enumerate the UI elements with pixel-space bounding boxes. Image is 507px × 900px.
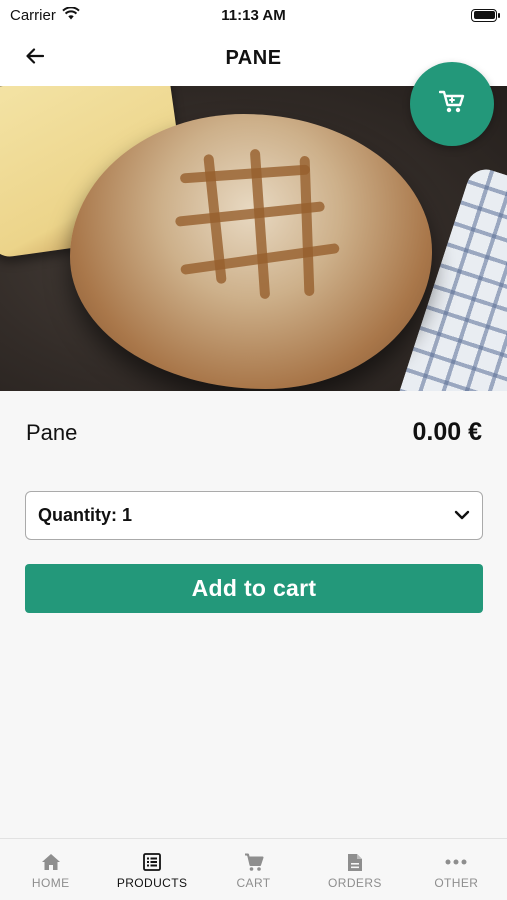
product-header: Pane 0.00 €: [26, 418, 482, 447]
status-bar: Carrier 11:13 AM: [0, 0, 507, 30]
arrow-left-icon: [26, 47, 45, 69]
wifi-icon: [62, 5, 80, 24]
bread-loaf-image-part: [70, 114, 432, 389]
tab-products[interactable]: PRODUCTS: [101, 839, 202, 900]
tab-cart[interactable]: CART: [203, 839, 304, 900]
status-left: Carrier: [10, 5, 80, 24]
tab-cart-label: CART: [236, 876, 271, 890]
product-price: 0.00 €: [412, 418, 482, 446]
tab-other-label: OTHER: [434, 876, 479, 890]
cart-button[interactable]: [410, 62, 494, 146]
document-icon: [347, 852, 363, 872]
carrier-label: Carrier: [10, 6, 56, 24]
product-name: Pane: [26, 419, 78, 445]
page-title: PANE: [225, 46, 282, 69]
quantity-label: Quantity: 1: [38, 505, 133, 525]
quantity-dropdown[interactable]: Quantity: 1: [25, 491, 483, 540]
add-to-cart-button[interactable]: Add to cart: [25, 564, 483, 613]
back-button[interactable]: [20, 43, 50, 73]
tab-products-label: PRODUCTS: [116, 876, 188, 890]
battery-icon: [471, 8, 500, 22]
more-icon: [445, 852, 467, 872]
cart-icon: [438, 90, 465, 119]
tab-other[interactable]: OTHER: [406, 839, 507, 900]
tab-orders-label: ORDERS: [328, 876, 382, 890]
tab-home-label: HOME: [31, 876, 70, 890]
list-icon: [143, 852, 162, 872]
home-icon: [41, 852, 61, 872]
chevron-down-icon: [454, 507, 470, 525]
cart-icon: [244, 852, 264, 872]
tab-home[interactable]: HOME: [0, 839, 101, 900]
tab-bar: HOME PRODUCTS CART ORDERS OTHER: [0, 838, 507, 900]
tab-orders[interactable]: ORDERS: [304, 839, 405, 900]
